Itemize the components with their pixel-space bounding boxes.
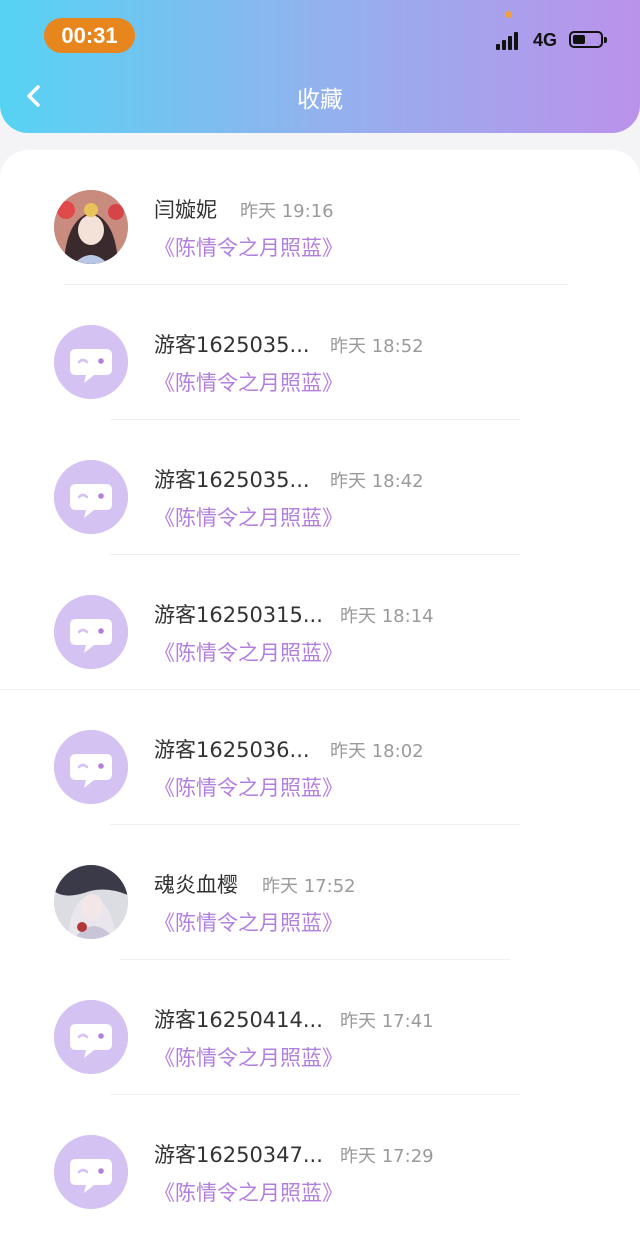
user-name: 魂炎血樱: [154, 873, 238, 897]
favorites-list: 闫嫙妮 昨天 19:16 《陈情令之月照蓝》 游客1625035... 昨天 1…: [0, 150, 640, 1250]
list-item[interactable]: 闫嫙妮 昨天 19:16 《陈情令之月照蓝》: [0, 150, 640, 285]
user-name: 游客16250347...: [154, 1143, 323, 1167]
photo-avatar-dark-icon[interactable]: [54, 865, 128, 939]
book-title[interactable]: 《陈情令之月照蓝》: [154, 232, 343, 262]
network-type: 4G: [533, 30, 558, 50]
list-item[interactable]: 游客16250414... 昨天 17:41 《陈情令之月照蓝》: [0, 960, 640, 1095]
list-item[interactable]: 游客1625035... 昨天 18:52 《陈情令之月照蓝》: [0, 285, 640, 420]
timestamp: 昨天 17:41: [340, 1011, 434, 1032]
list-item[interactable]: 魂炎血樱 昨天 17:52 《陈情令之月照蓝》: [0, 825, 640, 960]
timestamp: 昨天 17:52: [262, 876, 356, 897]
timestamp: 昨天 19:16: [240, 201, 334, 222]
book-title[interactable]: 《陈情令之月照蓝》: [154, 502, 343, 532]
guest-chat-bubble-icon[interactable]: [54, 595, 128, 669]
privacy-indicator-dot: [505, 11, 512, 18]
list-item[interactable]: 游客16250315... 昨天 18:14 《陈情令之月照蓝》: [0, 555, 640, 690]
list-item[interactable]: 游客1625035... 昨天 18:42 《陈情令之月照蓝》: [0, 420, 640, 555]
timestamp: 昨天 18:02: [330, 741, 424, 762]
user-name: 游客16250315...: [154, 603, 323, 627]
user-name: 游客16250414...: [154, 1008, 323, 1032]
page-title: 收藏: [297, 87, 343, 113]
book-title[interactable]: 《陈情令之月照蓝》: [154, 772, 343, 802]
battery-icon: [569, 31, 607, 48]
user-name: 闫嫙妮: [154, 198, 217, 222]
book-title[interactable]: 《陈情令之月照蓝》: [154, 1177, 343, 1207]
status-time: 00:31: [44, 18, 135, 53]
list-item[interactable]: 游客1625036... 昨天 18:02 《陈情令之月照蓝》: [0, 690, 640, 825]
guest-chat-bubble-icon[interactable]: [54, 1000, 128, 1074]
book-title[interactable]: 《陈情令之月照蓝》: [154, 907, 343, 937]
timestamp: 昨天 17:29: [340, 1146, 434, 1167]
header: 00:31 4G 收藏: [0, 0, 640, 133]
user-name: 游客1625036...: [154, 738, 310, 762]
book-title[interactable]: 《陈情令之月照蓝》: [154, 637, 343, 667]
user-name: 游客1625035...: [154, 333, 310, 357]
signal-icon: [496, 30, 524, 50]
timestamp: 昨天 18:52: [330, 336, 424, 357]
photo-avatar-girl-icon[interactable]: [54, 190, 128, 264]
guest-chat-bubble-icon[interactable]: [54, 1135, 128, 1209]
user-name: 游客1625035...: [154, 468, 310, 492]
book-title[interactable]: 《陈情令之月照蓝》: [154, 367, 343, 397]
list-item[interactable]: 游客16250347... 昨天 17:29 《陈情令之月照蓝》: [0, 1095, 640, 1230]
timestamp: 昨天 18:42: [330, 471, 424, 492]
guest-chat-bubble-icon[interactable]: [54, 325, 128, 399]
guest-chat-bubble-icon[interactable]: [54, 730, 128, 804]
timestamp: 昨天 18:14: [340, 606, 434, 627]
book-title[interactable]: 《陈情令之月照蓝》: [154, 1042, 343, 1072]
guest-chat-bubble-icon[interactable]: [54, 460, 128, 534]
